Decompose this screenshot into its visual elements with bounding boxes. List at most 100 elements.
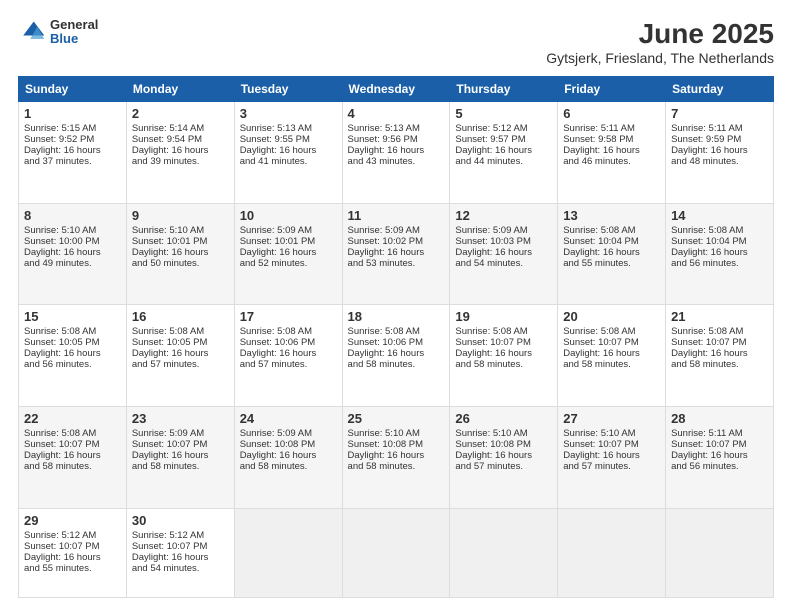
header-tuesday: Tuesday (234, 77, 342, 102)
day-cell-22: 22 Sunrise: 5:08 AM Sunset: 10:07 PM Day… (19, 407, 127, 509)
day-number: 1 (24, 106, 121, 121)
day-content: Sunrise: 5:10 AM Sunset: 10:01 PM Daylig… (132, 225, 209, 269)
logo-icon (18, 18, 46, 46)
day-content: Sunrise: 5:13 AM Sunset: 9:56 PM Dayligh… (348, 123, 425, 167)
day-cell-2: 2 Sunrise: 5:14 AM Sunset: 9:54 PM Dayli… (126, 102, 234, 204)
page: General Blue June 2025 Gytsjerk, Friesla… (0, 0, 792, 612)
day-content: Sunrise: 5:09 AM Sunset: 10:03 PM Daylig… (455, 225, 532, 269)
day-cell-3: 3 Sunrise: 5:13 AM Sunset: 9:55 PM Dayli… (234, 102, 342, 204)
header-row: Sunday Monday Tuesday Wednesday Thursday… (19, 77, 774, 102)
day-cell-14: 14 Sunrise: 5:08 AM Sunset: 10:04 PM Day… (666, 203, 774, 305)
header: General Blue June 2025 Gytsjerk, Friesla… (18, 18, 774, 66)
day-cell-5: 5 Sunrise: 5:12 AM Sunset: 9:57 PM Dayli… (450, 102, 558, 204)
day-content: Sunrise: 5:10 AM Sunset: 10:08 PM Daylig… (348, 428, 425, 472)
table-row: 1 Sunrise: 5:15 AM Sunset: 9:52 PM Dayli… (19, 102, 774, 204)
day-content: Sunrise: 5:09 AM Sunset: 10:07 PM Daylig… (132, 428, 209, 472)
day-cell-4: 4 Sunrise: 5:13 AM Sunset: 9:56 PM Dayli… (342, 102, 450, 204)
table-row: 29 Sunrise: 5:12 AM Sunset: 10:07 PM Day… (19, 508, 774, 597)
day-number: 14 (671, 208, 768, 223)
day-number: 20 (563, 309, 660, 324)
day-cell-23: 23 Sunrise: 5:09 AM Sunset: 10:07 PM Day… (126, 407, 234, 509)
logo: General Blue (18, 18, 98, 47)
day-number: 13 (563, 208, 660, 223)
table-row: 8 Sunrise: 5:10 AM Sunset: 10:00 PM Dayl… (19, 203, 774, 305)
subtitle: Gytsjerk, Friesland, The Netherlands (546, 50, 774, 66)
day-content: Sunrise: 5:08 AM Sunset: 10:04 PM Daylig… (671, 225, 748, 269)
calendar-body: 1 Sunrise: 5:15 AM Sunset: 9:52 PM Dayli… (19, 102, 774, 598)
day-number: 22 (24, 411, 121, 426)
day-content: Sunrise: 5:08 AM Sunset: 10:04 PM Daylig… (563, 225, 640, 269)
logo-blue-text: Blue (50, 32, 98, 46)
day-number: 6 (563, 106, 660, 121)
day-content: Sunrise: 5:11 AM Sunset: 9:59 PM Dayligh… (671, 123, 748, 167)
day-cell-10: 10 Sunrise: 5:09 AM Sunset: 10:01 PM Day… (234, 203, 342, 305)
day-number: 16 (132, 309, 229, 324)
header-thursday: Thursday (450, 77, 558, 102)
day-cell-21: 21 Sunrise: 5:08 AM Sunset: 10:07 PM Day… (666, 305, 774, 407)
day-content: Sunrise: 5:08 AM Sunset: 10:07 PM Daylig… (24, 428, 101, 472)
day-number: 2 (132, 106, 229, 121)
day-number: 8 (24, 208, 121, 223)
main-title: June 2025 (546, 18, 774, 50)
day-content: Sunrise: 5:09 AM Sunset: 10:01 PM Daylig… (240, 225, 317, 269)
day-cell-24: 24 Sunrise: 5:09 AM Sunset: 10:08 PM Day… (234, 407, 342, 509)
day-number: 15 (24, 309, 121, 324)
day-cell-11: 11 Sunrise: 5:09 AM Sunset: 10:02 PM Day… (342, 203, 450, 305)
empty-cell (558, 508, 666, 597)
empty-cell (666, 508, 774, 597)
day-number: 5 (455, 106, 552, 121)
day-number: 11 (348, 208, 445, 223)
day-cell-25: 25 Sunrise: 5:10 AM Sunset: 10:08 PM Day… (342, 407, 450, 509)
logo-general-text: General (50, 18, 98, 32)
empty-cell (450, 508, 558, 597)
table-row: 15 Sunrise: 5:08 AM Sunset: 10:05 PM Day… (19, 305, 774, 407)
day-number: 30 (132, 513, 229, 528)
empty-cell (342, 508, 450, 597)
day-cell-15: 15 Sunrise: 5:08 AM Sunset: 10:05 PM Day… (19, 305, 127, 407)
day-content: Sunrise: 5:10 AM Sunset: 10:07 PM Daylig… (563, 428, 640, 472)
day-cell-9: 9 Sunrise: 5:10 AM Sunset: 10:01 PM Dayl… (126, 203, 234, 305)
day-number: 10 (240, 208, 337, 223)
header-wednesday: Wednesday (342, 77, 450, 102)
day-cell-27: 27 Sunrise: 5:10 AM Sunset: 10:07 PM Day… (558, 407, 666, 509)
day-number: 12 (455, 208, 552, 223)
day-number: 19 (455, 309, 552, 324)
day-number: 3 (240, 106, 337, 121)
day-cell-28: 28 Sunrise: 5:11 AM Sunset: 10:07 PM Day… (666, 407, 774, 509)
day-cell-26: 26 Sunrise: 5:10 AM Sunset: 10:08 PM Day… (450, 407, 558, 509)
day-content: Sunrise: 5:11 AM Sunset: 9:58 PM Dayligh… (563, 123, 640, 167)
day-number: 23 (132, 411, 229, 426)
day-cell-12: 12 Sunrise: 5:09 AM Sunset: 10:03 PM Day… (450, 203, 558, 305)
day-number: 24 (240, 411, 337, 426)
day-content: Sunrise: 5:10 AM Sunset: 10:00 PM Daylig… (24, 225, 101, 269)
day-cell-7: 7 Sunrise: 5:11 AM Sunset: 9:59 PM Dayli… (666, 102, 774, 204)
day-number: 28 (671, 411, 768, 426)
day-content: Sunrise: 5:08 AM Sunset: 10:06 PM Daylig… (240, 326, 317, 370)
day-number: 17 (240, 309, 337, 324)
logo-text: General Blue (50, 18, 98, 47)
title-block: June 2025 Gytsjerk, Friesland, The Nethe… (546, 18, 774, 66)
day-content: Sunrise: 5:08 AM Sunset: 10:07 PM Daylig… (563, 326, 640, 370)
day-content: Sunrise: 5:12 AM Sunset: 9:57 PM Dayligh… (455, 123, 532, 167)
day-number: 7 (671, 106, 768, 121)
header-sunday: Sunday (19, 77, 127, 102)
day-cell-1: 1 Sunrise: 5:15 AM Sunset: 9:52 PM Dayli… (19, 102, 127, 204)
day-content: Sunrise: 5:08 AM Sunset: 10:06 PM Daylig… (348, 326, 425, 370)
day-cell-6: 6 Sunrise: 5:11 AM Sunset: 9:58 PM Dayli… (558, 102, 666, 204)
day-content: Sunrise: 5:08 AM Sunset: 10:07 PM Daylig… (671, 326, 748, 370)
day-number: 29 (24, 513, 121, 528)
day-content: Sunrise: 5:09 AM Sunset: 10:02 PM Daylig… (348, 225, 425, 269)
day-number: 26 (455, 411, 552, 426)
day-cell-17: 17 Sunrise: 5:08 AM Sunset: 10:06 PM Day… (234, 305, 342, 407)
day-content: Sunrise: 5:11 AM Sunset: 10:07 PM Daylig… (671, 428, 748, 472)
header-monday: Monday (126, 77, 234, 102)
day-number: 4 (348, 106, 445, 121)
header-friday: Friday (558, 77, 666, 102)
day-cell-29: 29 Sunrise: 5:12 AM Sunset: 10:07 PM Day… (19, 508, 127, 597)
table-row: 22 Sunrise: 5:08 AM Sunset: 10:07 PM Day… (19, 407, 774, 509)
day-cell-16: 16 Sunrise: 5:08 AM Sunset: 10:05 PM Day… (126, 305, 234, 407)
day-number: 21 (671, 309, 768, 324)
calendar-table: Sunday Monday Tuesday Wednesday Thursday… (18, 76, 774, 598)
calendar-header: Sunday Monday Tuesday Wednesday Thursday… (19, 77, 774, 102)
empty-cell (234, 508, 342, 597)
